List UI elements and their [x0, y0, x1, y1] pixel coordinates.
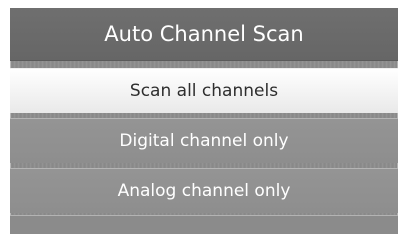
auto-channel-scan-menu: Auto Channel Scan Scan all channels Digi… — [10, 8, 398, 234]
menu-item-scan-all-channels[interactable]: Scan all channels — [10, 68, 398, 113]
menu-title: Auto Channel Scan — [10, 8, 398, 61]
tv-screen: Auto Channel Scan Scan all channels Digi… — [0, 0, 408, 242]
menu-empty-row — [10, 215, 398, 234]
menu-item-digital-channel-only[interactable]: Digital channel only — [10, 118, 398, 163]
menu-item-analog-channel-only[interactable]: Analog channel only — [10, 168, 398, 213]
